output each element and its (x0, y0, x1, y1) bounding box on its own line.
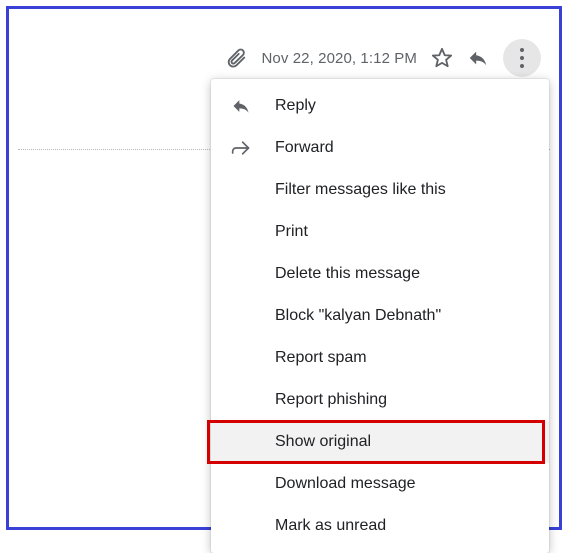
paperclip-icon[interactable] (225, 47, 247, 69)
menu-item-label: Filter messages like this (275, 181, 529, 199)
menu-item-print[interactable]: Print (211, 211, 549, 253)
star-icon[interactable] (431, 47, 453, 69)
menu-item-label: Report phishing (275, 391, 529, 409)
menu-item-delete[interactable]: Delete this message (211, 253, 549, 295)
menu-item-block[interactable]: Block "kalyan Debnath" (211, 295, 549, 337)
forward-icon (231, 138, 275, 158)
menu-item-filter[interactable]: Filter messages like this (211, 169, 549, 211)
menu-item-label: Show original (275, 433, 529, 451)
menu-item-label: Mark as unread (275, 517, 529, 535)
menu-item-forward[interactable]: Forward (211, 127, 549, 169)
message-actions-menu: Reply Forward Filter messages like this … (211, 79, 549, 553)
reply-icon[interactable] (467, 47, 489, 69)
more-vert-icon (520, 46, 524, 70)
app-frame: Nov 22, 2020, 1:12 PM (6, 6, 562, 530)
menu-item-label: Block "kalyan Debnath" (275, 307, 529, 325)
menu-item-download[interactable]: Download message (211, 463, 549, 505)
menu-item-label: Print (275, 223, 529, 241)
menu-item-reply[interactable]: Reply (211, 85, 549, 127)
reply-icon (231, 96, 275, 116)
menu-item-report-phishing[interactable]: Report phishing (211, 379, 549, 421)
menu-item-label: Download message (275, 475, 529, 493)
timestamp[interactable]: Nov 22, 2020, 1:12 PM (261, 50, 417, 67)
menu-item-label: Delete this message (275, 265, 529, 283)
menu-item-label: Reply (275, 97, 529, 115)
message-header: Nov 22, 2020, 1:12 PM (225, 39, 541, 77)
more-actions-button[interactable] (503, 39, 541, 77)
menu-item-label: Report spam (275, 349, 529, 367)
menu-item-report-spam[interactable]: Report spam (211, 337, 549, 379)
menu-item-mark-unread[interactable]: Mark as unread (211, 505, 549, 547)
menu-item-show-original[interactable]: Show original (211, 421, 549, 463)
menu-item-label: Forward (275, 139, 529, 157)
